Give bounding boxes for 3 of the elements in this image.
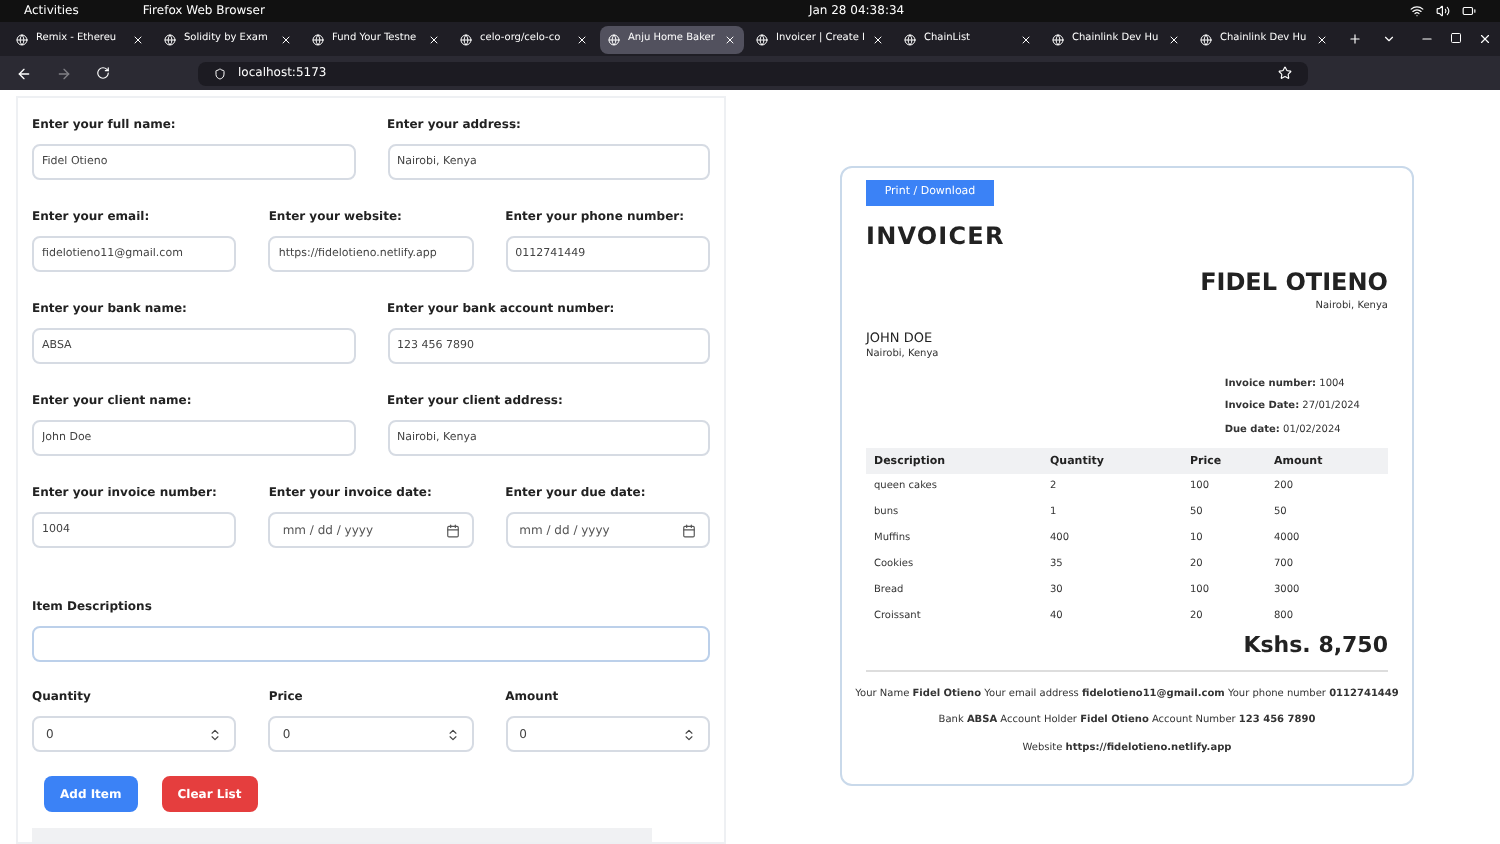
invoice-total: Kshs. 8,750: [1243, 630, 1388, 663]
invoice-title: INVOICER: [866, 220, 1007, 254]
sender-name: FIDEL OTIENO: [1200, 266, 1388, 300]
